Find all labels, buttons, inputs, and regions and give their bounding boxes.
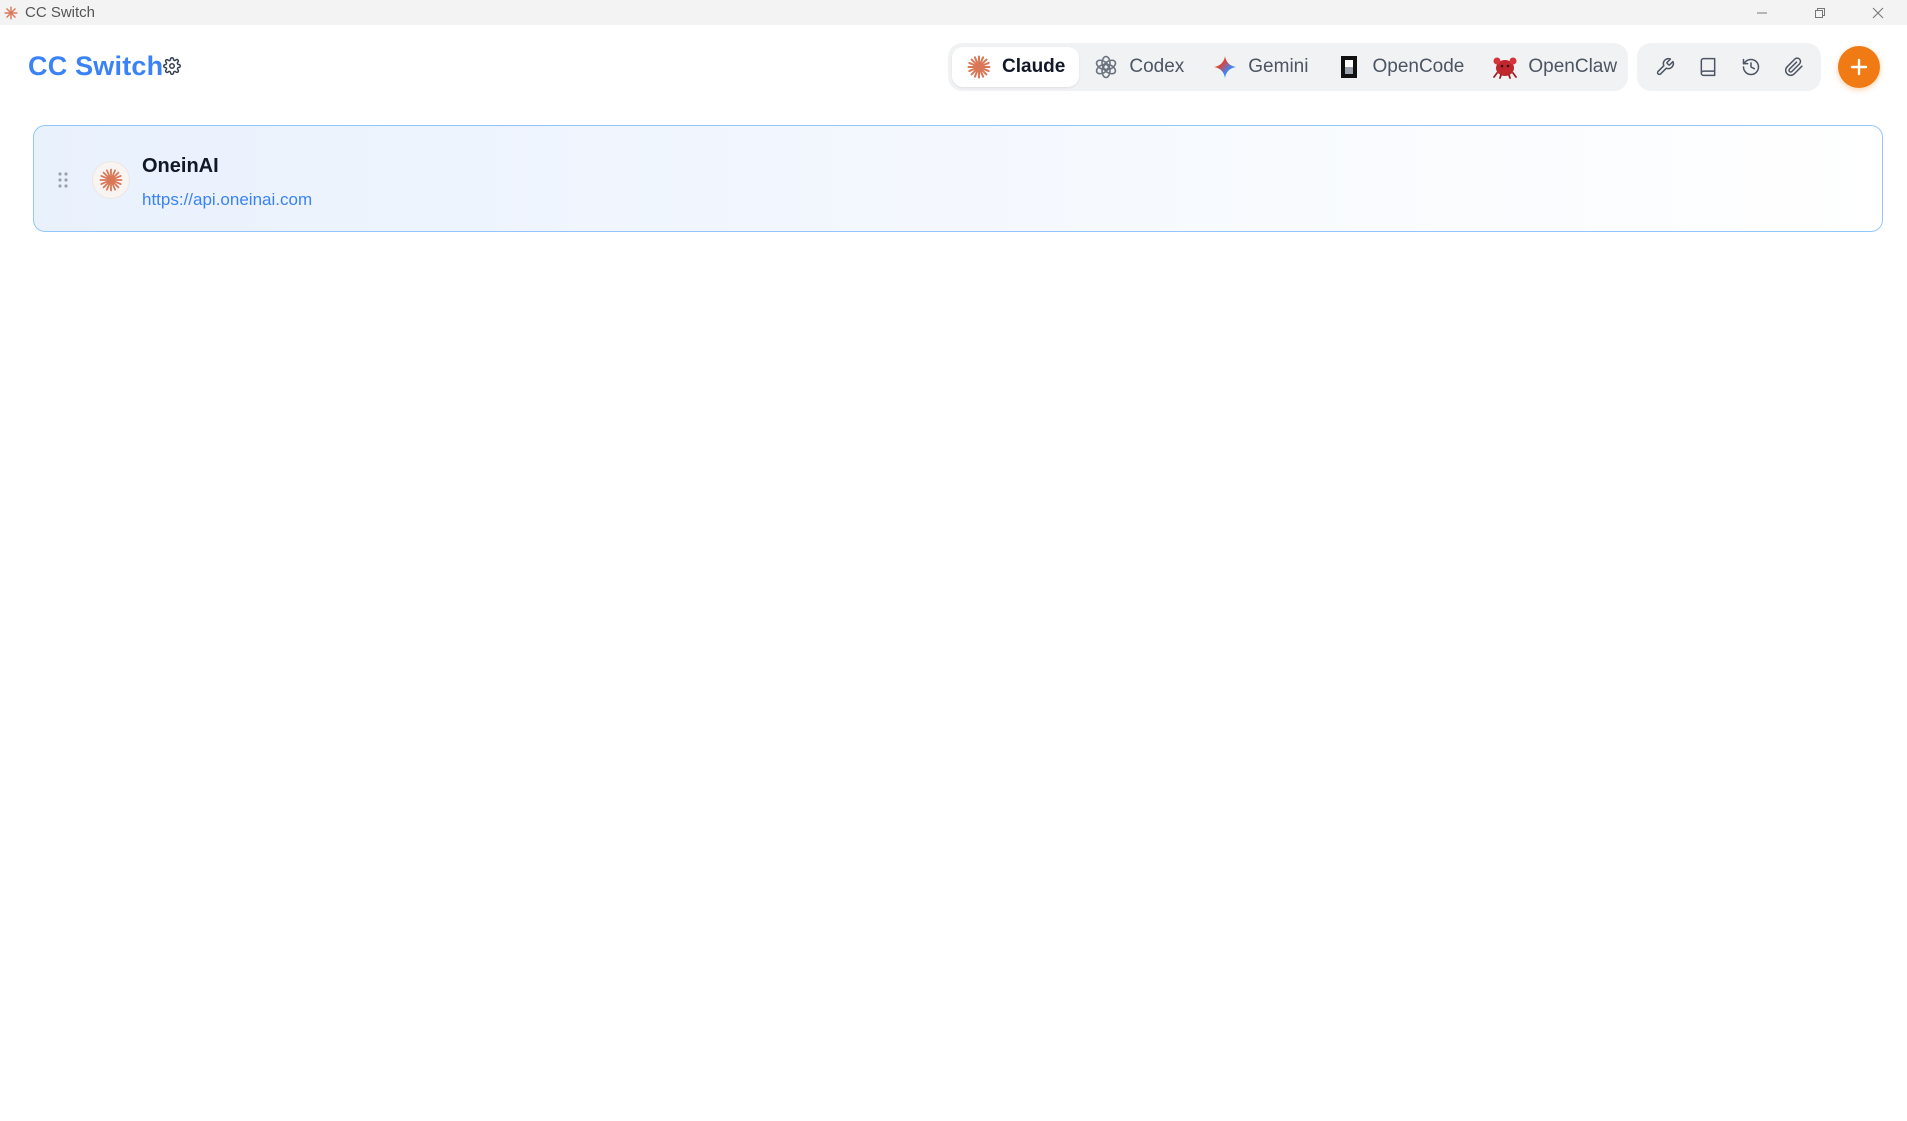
tab-label: OpenClaw bbox=[1528, 56, 1618, 77]
tab-label: Codex bbox=[1129, 56, 1185, 77]
attachments-button[interactable] bbox=[1776, 49, 1812, 85]
window-controls bbox=[1733, 0, 1907, 25]
provider-url-link[interactable]: https://api.oneinai.com bbox=[142, 190, 312, 210]
wrench-icon bbox=[1656, 57, 1674, 76]
window-titlebar: CC Switch bbox=[0, 0, 1907, 25]
minimize-button[interactable] bbox=[1733, 0, 1791, 25]
openclaw-crab-icon bbox=[1492, 54, 1518, 80]
tab-label: Gemini bbox=[1248, 56, 1309, 77]
book-icon bbox=[1700, 57, 1715, 77]
gemini-sparkle-icon bbox=[1212, 54, 1238, 80]
opencode-logo-icon bbox=[1336, 54, 1362, 80]
app-logo-icon bbox=[2, 4, 20, 22]
restore-icon bbox=[1815, 7, 1825, 18]
tab-openclaw[interactable]: OpenClaw bbox=[1478, 47, 1631, 87]
history-icon bbox=[1742, 58, 1759, 76]
tab-label: Claude bbox=[1002, 56, 1066, 77]
restore-button[interactable] bbox=[1791, 0, 1849, 25]
app-header: CC Switch Claude Codex Gemini OpenCode O… bbox=[0, 25, 1907, 105]
tool-group bbox=[1637, 43, 1821, 91]
tab-opencode[interactable]: OpenCode bbox=[1322, 47, 1478, 87]
provider-avatar bbox=[92, 161, 130, 199]
plus-icon bbox=[1850, 58, 1868, 76]
docs-button[interactable] bbox=[1690, 49, 1726, 85]
window-title: CC Switch bbox=[25, 4, 96, 21]
tab-label: OpenCode bbox=[1372, 56, 1465, 77]
history-button[interactable] bbox=[1733, 49, 1769, 85]
provider-name: OneinAI bbox=[142, 155, 219, 177]
tab-gemini[interactable]: Gemini bbox=[1198, 47, 1322, 87]
drag-handle-icon[interactable] bbox=[56, 170, 70, 190]
claude-logo-icon bbox=[99, 168, 123, 192]
openai-logo-icon bbox=[1093, 54, 1119, 80]
paperclip-icon bbox=[1784, 57, 1803, 77]
settings-button[interactable] bbox=[160, 54, 184, 78]
tab-codex[interactable]: Codex bbox=[1079, 47, 1198, 87]
brand-title: CC Switch bbox=[28, 51, 164, 81]
add-provider-button[interactable] bbox=[1838, 46, 1880, 88]
close-icon bbox=[1872, 7, 1884, 18]
tools-button[interactable] bbox=[1647, 49, 1683, 85]
app-tabs: Claude Codex Gemini OpenCode OpenClaw bbox=[948, 43, 1628, 91]
tab-claude[interactable]: Claude bbox=[952, 47, 1080, 87]
close-button[interactable] bbox=[1849, 0, 1907, 25]
provider-card[interactable]: OneinAI https://api.oneinai.com bbox=[33, 125, 1883, 232]
claude-logo-icon bbox=[966, 54, 992, 80]
minimize-icon bbox=[1757, 12, 1767, 13]
gear-icon bbox=[163, 57, 181, 75]
